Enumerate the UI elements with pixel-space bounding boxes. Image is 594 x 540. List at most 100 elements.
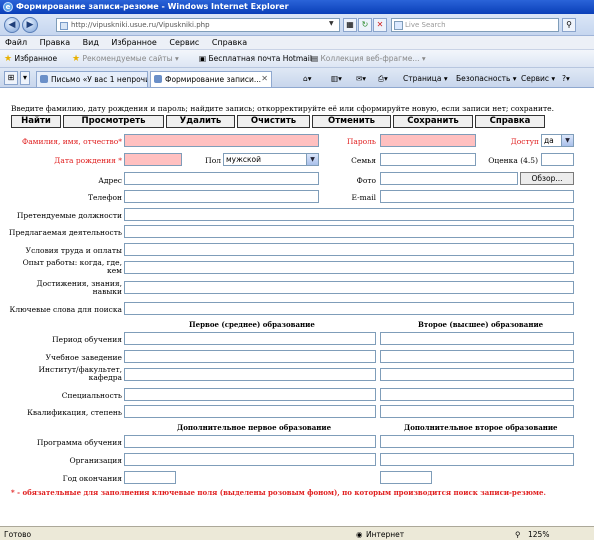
grade-input[interactable] bbox=[541, 153, 574, 166]
second-edu-header: Второе (высшее) образование bbox=[418, 320, 544, 329]
faculty-input-1[interactable] bbox=[124, 368, 376, 381]
view-button[interactable]: Просмотреть bbox=[63, 115, 164, 128]
delete-button[interactable]: Удалить bbox=[166, 115, 235, 128]
menu-tools[interactable]: Сервис bbox=[164, 36, 204, 47]
menu-favorites[interactable]: Избранное bbox=[106, 36, 161, 47]
quick-tabs-icon[interactable]: ⊞ bbox=[4, 71, 18, 85]
tab-page-icon bbox=[154, 75, 162, 83]
access-select[interactable]: да ▼ bbox=[541, 134, 574, 147]
help-button[interactable]: Справка bbox=[475, 115, 545, 128]
tab-bar: ⊞ ▾ Письмо «У вас 1 непрочи... Формирова… bbox=[0, 68, 594, 88]
favorites-label: Избранное bbox=[14, 54, 58, 63]
tab-resume[interactable]: Формирование записи... ✕ bbox=[150, 71, 272, 87]
cancel-button[interactable]: Отменить bbox=[312, 115, 391, 128]
password-input[interactable] bbox=[380, 134, 476, 147]
family-label: Семья bbox=[351, 156, 376, 165]
phone-label: Телефон bbox=[87, 193, 122, 202]
safety-menu[interactable]: Безопасность ▾ bbox=[456, 74, 517, 83]
program-input-2[interactable] bbox=[380, 435, 574, 448]
specialty-input-1[interactable] bbox=[124, 388, 376, 401]
menu-file[interactable]: Файл bbox=[0, 36, 32, 47]
activity-label: Предлагаемая деятельность bbox=[8, 228, 122, 237]
stop-icon[interactable]: ✕ bbox=[373, 18, 387, 32]
positions-input[interactable] bbox=[124, 208, 574, 221]
zoom-level[interactable]: 125% bbox=[528, 530, 549, 539]
fio-input[interactable] bbox=[124, 134, 319, 147]
access-value: да bbox=[544, 136, 554, 145]
tab-list-icon[interactable]: ▾ bbox=[20, 71, 30, 85]
period-input-1[interactable] bbox=[124, 332, 376, 345]
program-input-1[interactable] bbox=[124, 435, 376, 448]
save-button[interactable]: Сохранить bbox=[393, 115, 473, 128]
menu-view[interactable]: Вид bbox=[78, 36, 104, 47]
search-input[interactable]: Live Search bbox=[391, 18, 559, 32]
tools-menu[interactable]: Сервис ▾ bbox=[521, 74, 555, 83]
gender-value: мужской bbox=[226, 155, 261, 164]
instruction-text: Введите фамилию, дату рождения и пароль;… bbox=[11, 104, 554, 113]
fav-webslices[interactable]: ▤ Коллекция веб-фрагме... ▾ bbox=[311, 54, 426, 63]
mail-icon[interactable]: ✉▾ bbox=[356, 74, 366, 83]
refresh-icon[interactable]: ↻ bbox=[358, 18, 372, 32]
institution-input-1[interactable] bbox=[124, 350, 376, 363]
address-input[interactable]: http://vipuskniki.usue.ru/Vipuskniki.php… bbox=[56, 18, 340, 32]
favorites-bar: ★ Избранное ★ Рекомендуемые сайты ▾ ▣ Бе… bbox=[0, 50, 594, 68]
achievements-input[interactable] bbox=[124, 281, 574, 294]
favorites-star-icon: ★ bbox=[4, 54, 13, 64]
gender-label: Пол bbox=[205, 156, 221, 165]
institution-label: Учебное заведение bbox=[45, 353, 122, 362]
print-icon[interactable]: ⎙▾ bbox=[378, 74, 388, 84]
address-field[interactable] bbox=[124, 172, 319, 185]
menu-edit[interactable]: Правка bbox=[35, 36, 75, 47]
fav-suggested[interactable]: ★ Рекомендуемые сайты ▾ bbox=[72, 54, 179, 64]
feeds-icon[interactable]: ▥▾ bbox=[331, 74, 342, 83]
experience-input[interactable] bbox=[124, 261, 574, 274]
address-label: Адрес bbox=[98, 176, 122, 185]
fav-hotmail[interactable]: ▣ Бесплатная почта Hotmail bbox=[199, 54, 312, 63]
menu-help[interactable]: Справка bbox=[207, 36, 252, 47]
help-icon[interactable]: ?▾ bbox=[562, 74, 570, 83]
address-dropdown-icon[interactable]: ▼ bbox=[329, 20, 338, 30]
home-icon[interactable]: ⌂▾ bbox=[303, 74, 312, 83]
organization-input-2[interactable] bbox=[380, 453, 574, 466]
keywords-input[interactable] bbox=[124, 302, 574, 315]
organization-label: Организация bbox=[69, 456, 122, 465]
clear-button[interactable]: Очистить bbox=[237, 115, 310, 128]
end-year-input-2[interactable] bbox=[380, 471, 432, 484]
email-field[interactable] bbox=[380, 190, 574, 203]
browse-button[interactable]: Обзор... bbox=[520, 172, 574, 185]
chevron-down-icon: ▼ bbox=[561, 135, 573, 146]
zone-label: Интернет bbox=[366, 530, 405, 539]
compat-icon[interactable]: ▦ bbox=[343, 18, 357, 32]
photo-input[interactable] bbox=[380, 172, 518, 185]
page-icon bbox=[60, 22, 68, 30]
favorites-button[interactable]: ★ Избранное bbox=[4, 54, 57, 64]
activity-input[interactable] bbox=[124, 225, 574, 238]
fav-webslices-label: Коллекция веб-фрагме... ▾ bbox=[320, 54, 426, 63]
back-icon[interactable]: ◀ bbox=[4, 17, 20, 33]
end-year-input-1[interactable] bbox=[124, 471, 176, 484]
birthdate-input[interactable] bbox=[124, 153, 182, 166]
conditions-input[interactable] bbox=[124, 243, 574, 256]
qualification-input-2[interactable] bbox=[380, 405, 574, 418]
qualification-input-1[interactable] bbox=[124, 405, 376, 418]
program-label: Программа обучения bbox=[36, 438, 122, 447]
close-tab-icon[interactable]: ✕ bbox=[261, 74, 268, 83]
find-button[interactable]: Найти bbox=[11, 115, 61, 128]
search-go-icon[interactable]: ⚲ bbox=[562, 18, 576, 32]
tab-mail[interactable]: Письмо «У вас 1 непрочи... bbox=[36, 71, 148, 87]
window-title: Формирование записи-резюме - Windows Int… bbox=[16, 2, 289, 11]
zoom-icon[interactable]: ⚲ bbox=[515, 530, 521, 539]
phone-input[interactable] bbox=[124, 190, 319, 203]
period-input-2[interactable] bbox=[380, 332, 574, 345]
organization-input-1[interactable] bbox=[124, 453, 376, 466]
internet-zone-icon: ◉ bbox=[356, 530, 363, 539]
faculty-input-2[interactable] bbox=[380, 368, 574, 381]
family-input[interactable] bbox=[380, 153, 476, 166]
forward-icon[interactable]: ▶ bbox=[22, 17, 38, 33]
page-menu[interactable]: Страница ▾ bbox=[403, 74, 448, 83]
hotmail-icon: ▣ bbox=[199, 54, 207, 63]
specialty-input-2[interactable] bbox=[380, 388, 574, 401]
institution-input-2[interactable] bbox=[380, 350, 574, 363]
ie-logo-icon: e bbox=[3, 2, 13, 12]
gender-select[interactable]: мужской ▼ bbox=[223, 153, 319, 166]
